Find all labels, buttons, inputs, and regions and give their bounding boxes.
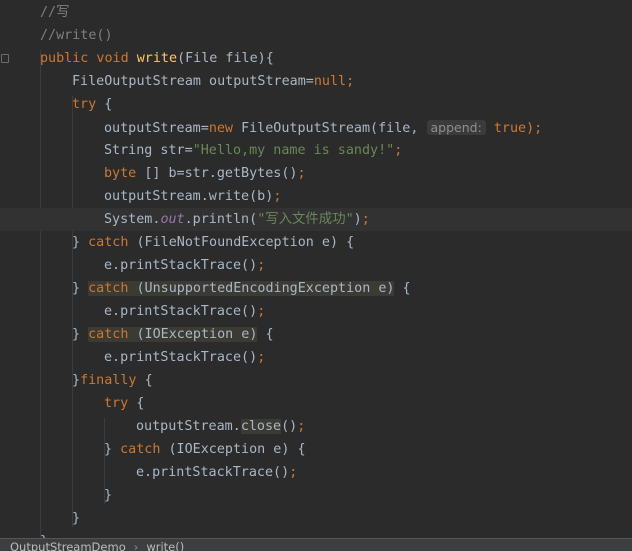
code-token: () <box>281 419 298 434</box>
code-token: e.printStackTrace() <box>104 304 258 319</box>
code-token: catch <box>88 281 129 296</box>
code-line[interactable]: try { <box>0 392 632 415</box>
code-token: ; <box>297 166 306 181</box>
code-token: } <box>72 511 81 526</box>
code-token: "Hello,my name is sandy!" <box>192 143 395 158</box>
code-token: null <box>313 74 347 89</box>
code-line[interactable]: } <box>0 530 632 538</box>
code-token: close <box>240 419 282 434</box>
code-token: //写 <box>40 5 70 20</box>
code-token: FileOutputStream(file, <box>241 121 427 136</box>
code-token: { <box>144 373 153 388</box>
code-line[interactable]: String str="Hello,my name is sandy!"; <box>0 139 632 162</box>
code-token: outputStream= <box>104 121 209 136</box>
code-token: ; <box>257 258 266 273</box>
code-token: (File file){ <box>177 51 274 66</box>
code-token: finally <box>80 373 145 388</box>
code-token: } <box>72 373 81 388</box>
code-token: { <box>104 97 113 112</box>
code-token: } <box>104 442 121 457</box>
code-token: catch <box>120 442 169 457</box>
code-token: catch <box>88 235 137 250</box>
code-token: ; <box>289 465 298 480</box>
code-line[interactable]: e.printStackTrace(); <box>0 461 632 484</box>
code-token: //write() <box>40 28 113 43</box>
code-token: } <box>72 281 89 296</box>
code-token: (UnsupportedEncodingException e) <box>128 281 395 296</box>
code-line[interactable]: e.printStackTrace(); <box>0 300 632 323</box>
code-line[interactable]: outputStream.close(); <box>0 415 632 438</box>
code-token: { <box>257 327 274 342</box>
code-line[interactable]: try { <box>0 93 632 116</box>
code-line[interactable]: } <box>0 484 632 507</box>
code-line[interactable]: } catch (IOException e) { <box>0 438 632 461</box>
breadcrumb-method[interactable]: write() <box>146 540 184 551</box>
code-line[interactable]: } catch (UnsupportedEncodingException e)… <box>0 277 632 300</box>
code-token: e.printStackTrace() <box>104 258 258 273</box>
code-token: { <box>394 281 411 296</box>
code-token: ; <box>273 189 282 204</box>
code-line[interactable]: outputStream=new FileOutputStream(file, … <box>0 116 632 139</box>
code-token: ; <box>257 304 266 319</box>
breadcrumb-class[interactable]: OutputStreamDemo <box>10 540 126 551</box>
code-line[interactable]: //写 <box>0 1 632 24</box>
code-token: System. <box>104 212 161 227</box>
code-token: } <box>72 327 89 342</box>
code-token: out <box>160 212 185 227</box>
code-token: (IOException e) <box>128 327 258 342</box>
code-token: } <box>104 488 113 503</box>
code-token: FileOutputStream outputStream= <box>72 74 314 89</box>
code-line[interactable]: System.out.println("写入文件成功"); <box>0 208 632 231</box>
code-token: "写入文件成功" <box>257 212 354 227</box>
code-line[interactable]: } catch (FileNotFoundException e) { <box>0 231 632 254</box>
code-token: { <box>136 396 145 411</box>
code-token: e.printStackTrace() <box>104 350 258 365</box>
code-token: public void <box>40 51 137 66</box>
code-token: write <box>136 51 178 66</box>
code-token: ) <box>353 212 362 227</box>
code-line[interactable]: }finally { <box>0 369 632 392</box>
parameter-hint: append: <box>426 120 486 135</box>
code-token: outputStream. <box>136 419 241 434</box>
code-line[interactable]: public void write(File file){ <box>0 47 632 70</box>
code-token: ; <box>297 419 306 434</box>
code-token: ; <box>394 143 403 158</box>
code-line[interactable]: FileOutputStream outputStream=null; <box>0 70 632 93</box>
code-token: ; <box>346 74 355 89</box>
code-line[interactable]: e.printStackTrace(); <box>0 254 632 277</box>
code-token: catch <box>88 327 129 342</box>
code-token: } <box>72 235 89 250</box>
code-token: (IOException e) { <box>168 442 306 457</box>
code-editor[interactable]: //写 //write() public void write(File file)… <box>0 0 632 538</box>
breadcrumb-separator: › <box>133 540 139 551</box>
code-token: try <box>104 396 137 411</box>
code-token: ); <box>526 121 543 136</box>
code-token: .println( <box>184 212 258 227</box>
code-line[interactable]: //write() <box>0 24 632 47</box>
code-token: ; <box>361 212 370 227</box>
code-line[interactable]: } <box>0 507 632 530</box>
code-token: outputStream.write(b) <box>104 189 274 204</box>
code-token: byte <box>104 166 145 181</box>
code-token: try <box>72 97 105 112</box>
code-token: true <box>493 121 527 136</box>
code-token: new <box>208 121 242 136</box>
code-token: e.printStackTrace() <box>136 465 290 480</box>
code-line[interactable]: byte [] b=str.getBytes(); <box>0 162 632 185</box>
breadcrumb: OutputStreamDemo › write() <box>0 538 632 551</box>
code-line[interactable]: e.printStackTrace(); <box>0 346 632 369</box>
code-token: ; <box>257 350 266 365</box>
code-token: [] b=str.getBytes() <box>144 166 298 181</box>
code-line[interactable]: } catch (IOException e) { <box>0 323 632 346</box>
code-line[interactable]: outputStream.write(b); <box>0 185 632 208</box>
code-token: (FileNotFoundException e) { <box>136 235 355 250</box>
code-token: String str= <box>104 143 193 158</box>
